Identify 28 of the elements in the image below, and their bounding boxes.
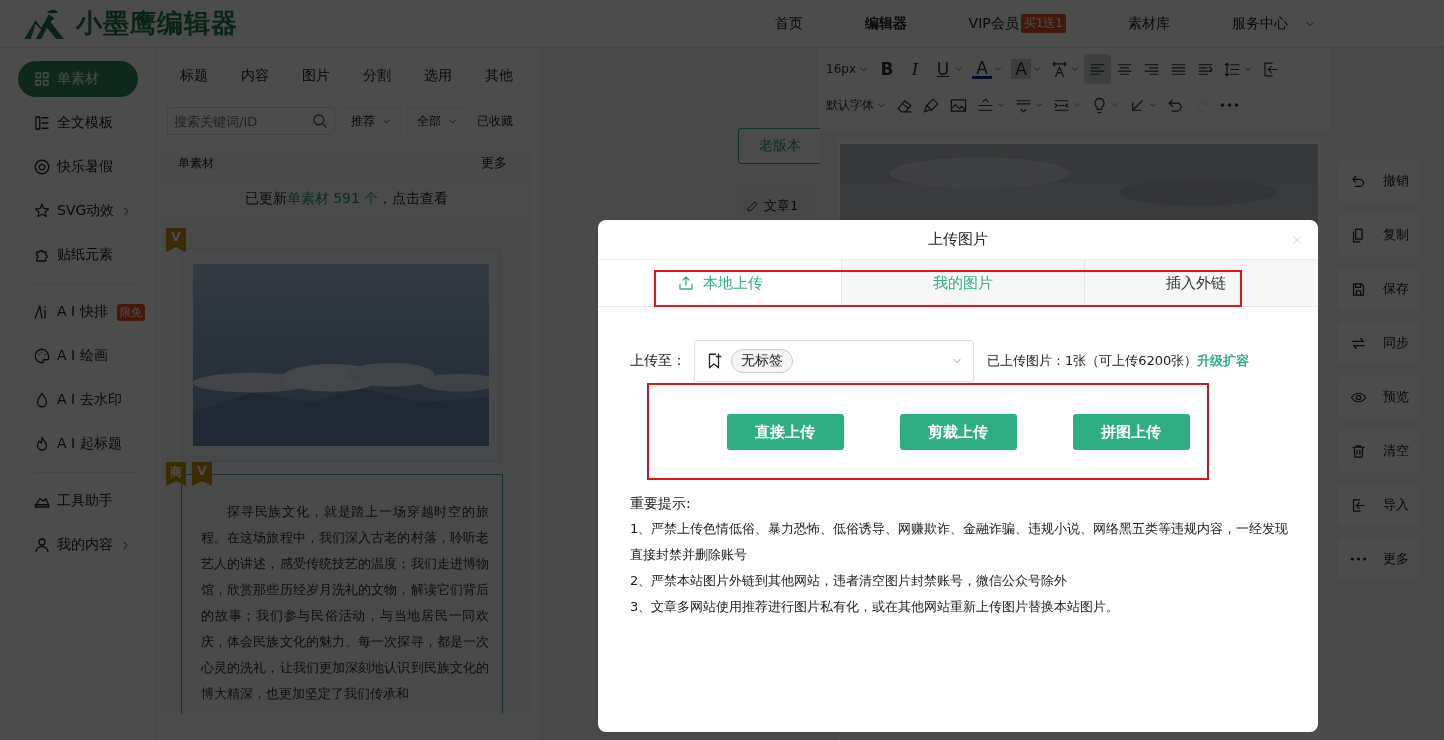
nav-link[interactable]: 编辑器 [864,14,907,33]
category-tab[interactable]: 标题 [180,67,208,85]
note-text: 3、文章多网站使用推荐进行图片私有化，或在其他网站重新上传图片替换本站图片。 [630,598,1121,616]
category-tab[interactable]: 其他 [485,67,513,85]
nav-link[interactable]: 首页 [774,14,803,33]
note-text: 2、严禁本站图片外链到其他网站，违者清空图片封禁账号，微信公众号除外 [630,572,1069,590]
upgrade-link[interactable]: 升级扩容 [1197,352,1250,370]
tag-chip: 无标签 [731,349,793,373]
note-text: 1、严禁上传色情低俗、暴力恐怖、低俗诱导、网赚欺诈、金融诈骗、违规小说、网络黑五类等违规内容，一经发现直接封禁并删除账号 [630,520,1290,564]
upload-button[interactable]: 拼图上传 [1072,414,1190,450]
dialog-tab[interactable]: 本地上传 [598,260,841,306]
category-tab[interactable]: 图片 [302,67,330,85]
more-link[interactable]: 更多 [481,154,507,172]
upload-button[interactable]: 剪裁上传 [899,414,1017,450]
favorites-link[interactable]: 已收藏 [477,112,513,130]
upload-button[interactable]: 直接上传 [726,414,844,450]
section-title: 单素材 [178,154,214,172]
category-tab[interactable]: 分割 [363,67,391,85]
nav-link[interactable]: 素材库 [1128,14,1170,33]
category-tab[interactable]: 内容 [241,67,269,85]
notes-title: 重要提示: [630,494,692,513]
category-tab[interactable]: 选用 [424,67,452,85]
field-label: 上传至： [630,352,686,370]
nav-link[interactable]: 服务中心 [1232,14,1316,33]
logo-text: 小墨鹰编辑器 [76,7,238,40]
tag-select[interactable]: 无标签 [694,340,974,382]
quota-text: 已上传图片：1张（可上传6200张） [987,352,1198,370]
dialog-title: 上传图片 [928,230,988,249]
